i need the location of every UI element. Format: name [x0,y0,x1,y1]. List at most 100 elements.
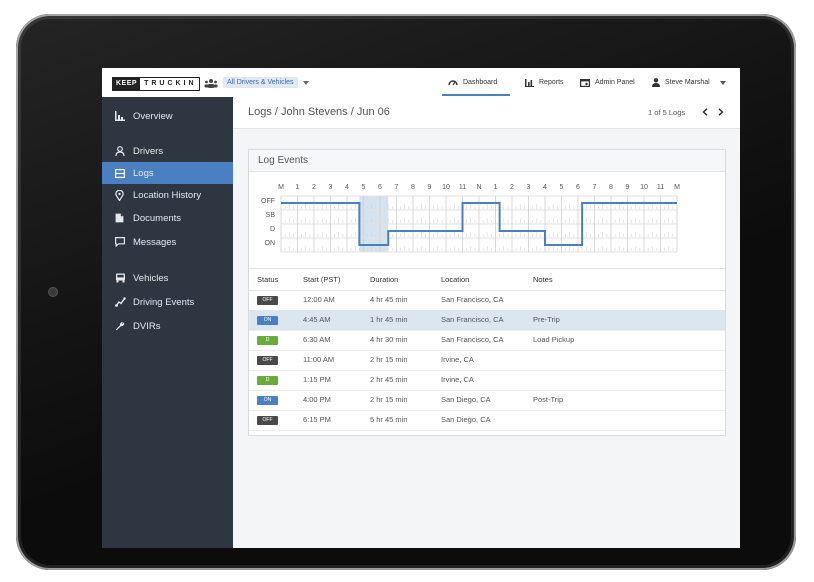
cell-start: 12:00 AM [303,295,335,304]
cell-duration: 4 hr 45 min [370,295,408,304]
sidebar-item-driving-events[interactable]: Driving Events [102,291,233,313]
status-row-label: D [269,226,275,233]
sidebar-item-label: Drivers [133,145,164,157]
sidebar-item-label: Overview [133,110,173,122]
keeptruckin-logo[interactable]: KEEP TRUCKIN [112,77,200,91]
status-badge: OFF [257,296,278,305]
hour-label: 2 [312,184,316,191]
header-duration[interactable]: Duration [370,269,398,290]
hour-label: 3 [526,184,531,191]
wrench-icon [115,321,125,331]
status-badge: OFF [257,356,278,365]
status-badge: ON [257,396,278,405]
tablet-frame: KEEP TRUCKIN All Drivers & Vehicles Dash… [16,14,796,570]
sidebar-item-logs[interactable]: Logs [102,162,233,184]
sidebar-item-messages[interactable]: Messages [102,231,233,253]
sidebar-item-dvirs[interactable]: DVIRs [102,315,233,337]
sidebar-item-label: DVIRs [133,320,161,332]
driver-icon [115,146,125,156]
table-row[interactable]: OFF 6:15 PM 5 hr 45 min San Diego, CA [249,410,725,431]
sidebar-item-drivers[interactable]: Drivers [102,140,233,162]
cell-notes: Pre-Trip [533,315,560,324]
header-status[interactable]: Status [257,269,278,290]
table-row[interactable]: D 1:15 PM 2 hr 45 min Irvine, CA [249,370,725,391]
sidebar-item-label: Location History [133,189,202,201]
hour-label: 11 [656,184,665,191]
hour-label: 10 [640,184,648,191]
fleet-selector[interactable]: All Drivers & Vehicles [204,77,309,88]
hour-label: 1 [295,184,300,191]
vehicle-icon [116,273,125,283]
sidebar: Overview Drivers Logs Location History D… [102,97,233,548]
admin-panel-icon [580,78,590,87]
cell-duration: 2 hr 45 min [370,375,408,384]
header-notes[interactable]: Notes [533,269,553,290]
cell-duration: 2 hr 15 min [370,355,408,364]
sidebar-item-label: Driving Events [133,296,195,308]
sidebar-item-label: Vehicles [133,272,169,284]
nav-admin-panel[interactable]: Admin Panel [580,68,635,97]
hour-label: 6 [378,184,382,191]
sidebar-item-vehicles[interactable]: Vehicles [102,267,233,289]
fleet-selector-label: All Drivers & Vehicles [223,77,298,88]
overview-icon [115,111,125,121]
logs-icon [115,168,125,178]
cell-start: 1:15 PM [303,375,331,384]
hour-label: 7 [592,184,597,191]
status-badge: D [257,336,278,345]
hour-label: M [674,184,680,191]
hour-label: 8 [411,184,415,191]
hour-label: 4 [543,184,547,191]
document-icon [115,213,124,223]
user-name: Steve Marshal [665,79,710,86]
cell-duration: 1 hr 45 min [370,315,408,324]
hour-label: 8 [609,184,613,191]
log-events-header: Log Events [249,150,725,172]
group-icon [204,78,218,88]
chevron-left-icon [701,108,708,116]
app-screen: KEEP TRUCKIN All Drivers & Vehicles Dash… [102,68,740,548]
table-row[interactable]: OFF 12:00 AM 4 hr 45 min San Francisco, CA [249,290,725,311]
nav-active-underline [442,94,510,96]
log-grid[interactable]: M 1 2 3 4 5 6 7 8 9 10 11 N 1 2 3 4 5 6 7 8 9 10 11 M OFF SB D ON [249,172,725,268]
chevron-down-icon [719,80,726,85]
table-row[interactable]: OFF 11:00 AM 2 hr 15 min Irvine, CA [249,350,725,371]
header-location[interactable]: Location [441,269,469,290]
sidebar-item-documents[interactable]: Documents [102,207,233,229]
camera-icon [49,288,57,296]
hour-label: 7 [394,184,399,191]
sidebar-item-overview[interactable]: Overview [102,105,233,127]
nav-dashboard-label: Dashboard [463,79,498,86]
nav-reports[interactable]: Reports [525,68,564,97]
status-row-label: SB [265,212,275,219]
driving-events-icon [115,297,126,307]
cell-start: 4:45 AM [303,315,331,324]
user-icon [652,78,660,87]
user-menu[interactable]: Steve Marshal [652,68,726,97]
previous-log-button[interactable] [697,105,712,119]
nav-dashboard[interactable]: Dashboard [448,68,497,97]
cell-location: San Francisco, CA [441,335,504,344]
header-start[interactable]: Start (PST) [303,269,341,290]
message-icon [115,237,125,247]
table-row[interactable]: D 6:30 AM 4 hr 30 min San Francisco, CA Load… [249,330,725,351]
log-events-panel: Log Events M 1 2 3 4 5 6 7 8 9 10 11 N 1 2 3 4 5 6 7 8 9 10 11 M… [248,149,726,436]
nav-reports-label: Reports [539,79,564,86]
log-events-title: Log Events [258,155,309,166]
table-row[interactable]: ON 4:45 AM 1 hr 45 min San Francisco, CA Pre… [249,310,725,331]
cell-location: San Francisco, CA [441,295,504,304]
table-row[interactable]: ON 4:00 PM 2 hr 15 min San Diego, CA Post-Tr… [249,390,725,411]
hour-label: 6 [576,184,580,191]
hour-label: 5 [559,184,564,191]
breadcrumb-bar: Logs / John Stevens / Jun 06 1 of 5 Logs [233,97,740,129]
next-log-button[interactable] [713,105,728,119]
cell-notes: Post-Trip [533,395,564,404]
cell-location: San Diego, CA [441,415,491,424]
nav-admin-panel-label: Admin Panel [595,79,635,86]
sidebar-item-location-history[interactable]: Location History [102,184,233,206]
hour-label: 3 [328,184,333,191]
cell-notes: Load Pickup [533,335,575,344]
log-pager-label: 1 of 5 Logs [648,108,686,117]
cell-duration: 4 hr 30 min [370,335,408,344]
hour-label: 10 [442,184,450,191]
